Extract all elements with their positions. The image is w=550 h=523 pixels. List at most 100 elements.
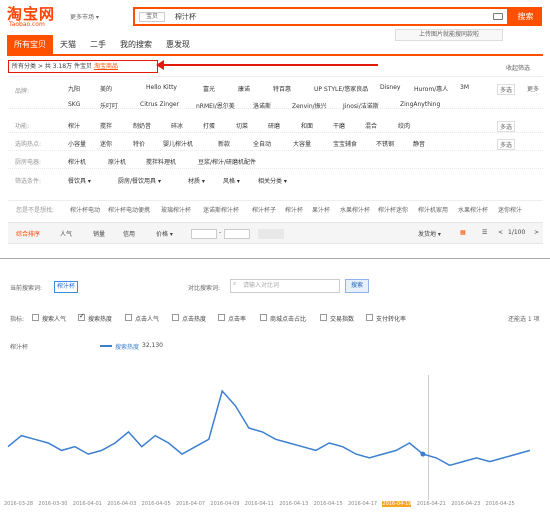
compare-search-button[interactable]: 搜索: [345, 279, 369, 293]
tab-all-items[interactable]: 所有宝贝: [7, 35, 53, 54]
compare-keyword-input[interactable]: 请输入对比词: [230, 279, 340, 293]
hot-option[interactable]: 宝宝辅食: [333, 139, 357, 148]
function-option[interactable]: 碎冰: [171, 121, 183, 130]
condition-dropdown[interactable]: 餐饮具 ▾: [68, 176, 91, 185]
price-max-input[interactable]: [224, 229, 250, 239]
camera-icon[interactable]: [493, 13, 503, 20]
brand-option[interactable]: Disney: [380, 84, 400, 91]
grid-view-icon[interactable]: ▦: [460, 229, 466, 236]
function-option[interactable]: 和面: [301, 121, 313, 130]
related-link[interactable]: 榨汁杯: [285, 205, 303, 214]
brand-option[interactable]: 九阳: [68, 84, 80, 93]
metric-checkbox[interactable]: [125, 314, 132, 321]
brand-option[interactable]: UP STYLE/悠家良品: [314, 84, 368, 93]
metric-checkbox[interactable]: [260, 314, 267, 321]
tab-second-hand[interactable]: 二手: [83, 35, 113, 54]
condition-dropdown[interactable]: 厨房/餐饮用具 ▾: [118, 176, 161, 185]
related-link[interactable]: 榨汁杯电动: [70, 205, 100, 214]
search-box[interactable]: 宝贝 榨汁杯: [133, 7, 509, 26]
hot-option[interactable]: 婴儿榨汁机: [163, 139, 193, 148]
prev-page-icon[interactable]: <: [498, 229, 503, 236]
metric-checkbox[interactable]: [366, 314, 373, 321]
brand-option[interactable]: 3M: [460, 84, 469, 91]
condition-dropdown[interactable]: 风格 ▾: [223, 176, 240, 185]
brand-option[interactable]: 洛诺斯: [253, 101, 271, 110]
brand-option[interactable]: SKG: [68, 101, 80, 108]
related-link[interactable]: 水果榨汁杯: [458, 205, 488, 214]
sort-price[interactable]: 价格 ▾: [156, 229, 173, 238]
related-link[interactable]: 迷诺斯榨汁杯: [203, 205, 239, 214]
function-option[interactable]: 研磨: [268, 121, 280, 130]
related-link[interactable]: 玻璃榨汁杯: [161, 205, 191, 214]
search-button[interactable]: 搜索: [509, 7, 542, 26]
sort-default[interactable]: 综合排序: [16, 229, 40, 238]
brand-option[interactable]: 康诺: [238, 84, 250, 93]
metric-checkbox[interactable]: [320, 314, 327, 321]
brand-option[interactable]: Hello Kitty: [146, 84, 177, 91]
ship-from-dropdown[interactable]: 发货地 ▾: [418, 229, 441, 238]
brand-option[interactable]: Citrus Zinger: [140, 101, 179, 108]
ad-link[interactable]: 淘宝商品: [94, 63, 118, 70]
more-button[interactable]: 更多: [527, 84, 539, 93]
list-view-icon[interactable]: ☰: [482, 229, 487, 236]
function-option[interactable]: 混合: [365, 121, 377, 130]
metric-checkbox[interactable]: [218, 314, 225, 321]
hot-option[interactable]: 新款: [218, 139, 230, 148]
brand-option[interactable]: 乐叮叮: [100, 101, 118, 110]
brand-option[interactable]: nRMEI/恩尔美: [196, 101, 235, 110]
condition-dropdown[interactable]: 材质 ▾: [188, 176, 205, 185]
sort-credit[interactable]: 信用: [123, 229, 135, 238]
tab-my-search[interactable]: 我的搜索: [113, 35, 159, 54]
sort-popularity[interactable]: 人气: [60, 229, 72, 238]
related-link[interactable]: 榨汁机家用: [418, 205, 448, 214]
tab-tmall[interactable]: 天猫: [53, 35, 83, 54]
function-option[interactable]: 搅拌: [100, 121, 112, 130]
hot-option[interactable]: 不锈钢: [376, 139, 394, 148]
function-option[interactable]: 干磨: [333, 121, 345, 130]
price-min-input[interactable]: [191, 229, 217, 239]
next-page-icon[interactable]: >: [534, 229, 539, 236]
multi-select-button[interactable]: 多选: [496, 84, 515, 95]
hot-option[interactable]: 迷你: [100, 139, 112, 148]
sort-sales[interactable]: 销量: [93, 229, 105, 238]
function-option[interactable]: 绞肉: [398, 121, 410, 130]
brand-option[interactable]: 特百惠: [273, 84, 291, 93]
current-keyword-chip[interactable]: 榨汁杯: [54, 281, 78, 293]
metric-checkbox[interactable]: [32, 314, 39, 321]
legend-label[interactable]: 搜索热度: [115, 342, 139, 351]
hot-option[interactable]: 全自动: [253, 139, 271, 148]
search-category-select[interactable]: 宝贝: [139, 12, 165, 22]
metric-checkbox[interactable]: [172, 314, 179, 321]
related-link[interactable]: 榨汁杯电动便携: [108, 205, 150, 214]
breadcrumb-all[interactable]: 所有分类: [12, 63, 36, 70]
hot-option[interactable]: 静音: [413, 139, 425, 148]
metric-checkbox-checked[interactable]: [78, 312, 85, 321]
hot-option[interactable]: 特价: [133, 139, 145, 148]
related-link[interactable]: 水果榨汁杯: [340, 205, 370, 214]
brand-option[interactable]: 美的: [100, 84, 112, 93]
function-option[interactable]: 制奶昔: [133, 121, 151, 130]
data-point[interactable]: [420, 451, 426, 457]
collapse-filters-button[interactable]: 收起筛选: [506, 63, 530, 72]
more-markets-dropdown[interactable]: 更多市场 ▾: [70, 12, 99, 21]
function-option[interactable]: 榨汁: [68, 121, 80, 130]
related-link[interactable]: 迷你榨汁: [498, 205, 522, 214]
hot-option[interactable]: 小容量: [68, 139, 86, 148]
related-link[interactable]: 榨汁杯迷你: [378, 205, 408, 214]
appliance-option[interactable]: 搅拌料理机: [146, 157, 176, 166]
search-input[interactable]: 榨汁杯: [175, 12, 196, 22]
brand-option[interactable]: Jinosi/洁诺斯: [343, 101, 379, 110]
multi-select-button[interactable]: 多选: [496, 121, 515, 132]
brand-option[interactable]: Hurom/惠人: [414, 84, 448, 93]
function-option[interactable]: 打蛋: [203, 121, 215, 130]
related-link[interactable]: 果汁杯: [312, 205, 330, 214]
hot-option[interactable]: 大容量: [293, 139, 311, 148]
brand-option[interactable]: Zenvin/振兴: [292, 101, 327, 110]
appliance-option[interactable]: 榨汁机: [68, 157, 86, 166]
multi-select-button[interactable]: 多选: [496, 139, 515, 150]
appliance-option[interactable]: 原汁机: [108, 157, 126, 166]
related-link[interactable]: 榨汁杯子: [252, 205, 276, 214]
appliance-option[interactable]: 豆浆/榨汁/研磨机配件: [198, 157, 256, 166]
function-option[interactable]: 切菜: [236, 121, 248, 130]
search-heat-chart[interactable]: [0, 355, 550, 500]
